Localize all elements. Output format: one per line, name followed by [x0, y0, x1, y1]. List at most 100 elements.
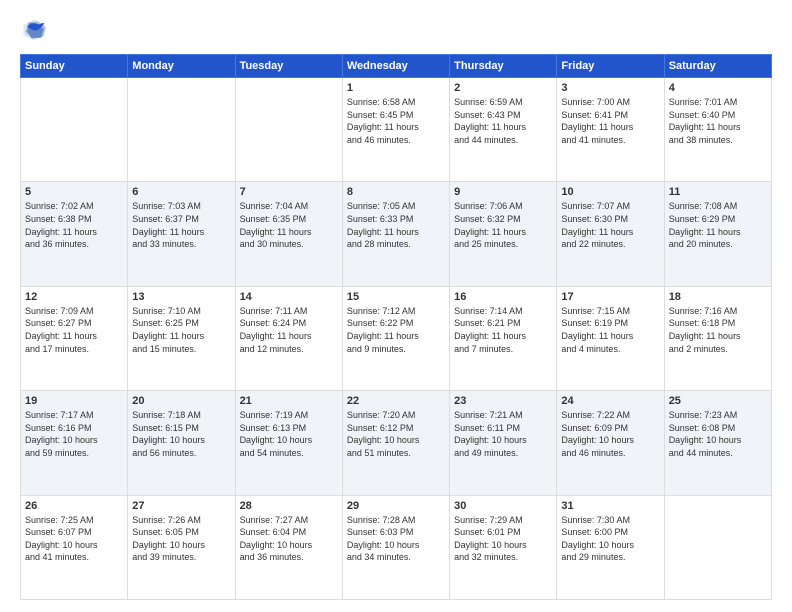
calendar-day-cell: 10 Sunrise: 7:07 AM Sunset: 6:30 PM Dayli… — [557, 182, 664, 286]
day-number: 21 — [240, 395, 338, 407]
page: SundayMondayTuesdayWednesdayThursdayFrid… — [0, 0, 792, 612]
day-info: Sunrise: 7:04 AM Sunset: 6:35 PM Dayligh… — [240, 200, 338, 250]
day-of-week-header: Sunday — [21, 55, 128, 78]
header — [20, 16, 772, 44]
calendar-day-cell — [235, 78, 342, 182]
day-number: 13 — [132, 291, 230, 303]
calendar-day-cell: 29Sunrise: 7:28 AM Sunset: 6:03 PM Dayli… — [342, 495, 449, 599]
day-info: Sunrise: 7:10 AM Sunset: 6:25 PM Dayligh… — [132, 305, 230, 355]
calendar-week-row: 12 Sunrise: 7:09 AM Sunset: 6:27 PM Dayli… — [21, 286, 772, 390]
calendar-day-cell: 1 Sunrise: 6:58 AM Sunset: 6:45 PM Daylig… — [342, 78, 449, 182]
calendar-day-cell: 30 Sunrise: 7:29 AM Sunset: 6:01 PM Dayli… — [450, 495, 557, 599]
day-number: 26 — [25, 500, 123, 512]
calendar-day-cell — [664, 495, 771, 599]
calendar-day-cell: 23Sunrise: 7:21 AM Sunset: 6:11 PM Dayli… — [450, 391, 557, 495]
day-number: 22 — [347, 395, 445, 407]
calendar-week-row: 1 Sunrise: 6:58 AM Sunset: 6:45 PM Daylig… — [21, 78, 772, 182]
day-number: 11 — [669, 186, 767, 198]
day-number: 7 — [240, 186, 338, 198]
logo — [20, 16, 52, 44]
calendar-day-cell: 22Sunrise: 7:20 AM Sunset: 6:12 PM Dayli… — [342, 391, 449, 495]
day-number: 16 — [454, 291, 552, 303]
day-number: 2 — [454, 82, 552, 94]
day-info: Sunrise: 7:05 AM Sunset: 6:33 PM Dayligh… — [347, 200, 445, 250]
day-number: 9 — [454, 186, 552, 198]
day-info: Sunrise: 7:15 AM Sunset: 6:19 PM Dayligh… — [561, 305, 659, 355]
day-info: Sunrise: 7:26 AM Sunset: 6:05 PM Dayligh… — [132, 514, 230, 564]
calendar-day-cell: 6 Sunrise: 7:03 AM Sunset: 6:37 PM Daylig… — [128, 182, 235, 286]
calendar-header-row: SundayMondayTuesdayWednesdayThursdayFrid… — [21, 55, 772, 78]
day-number: 20 — [132, 395, 230, 407]
day-number: 24 — [561, 395, 659, 407]
day-number: 29 — [347, 500, 445, 512]
calendar-day-cell: 2 Sunrise: 6:59 AM Sunset: 6:43 PM Daylig… — [450, 78, 557, 182]
calendar-day-cell: 11 Sunrise: 7:08 AM Sunset: 6:29 PM Dayli… — [664, 182, 771, 286]
day-number: 6 — [132, 186, 230, 198]
calendar-day-cell: 31 Sunrise: 7:30 AM Sunset: 6:00 PM Dayli… — [557, 495, 664, 599]
day-number: 4 — [669, 82, 767, 94]
day-info: Sunrise: 7:09 AM Sunset: 6:27 PM Dayligh… — [25, 305, 123, 355]
day-info: Sunrise: 7:03 AM Sunset: 6:37 PM Dayligh… — [132, 200, 230, 250]
calendar-day-cell: 7 Sunrise: 7:04 AM Sunset: 6:35 PM Daylig… — [235, 182, 342, 286]
calendar-week-row: 26 Sunrise: 7:25 AM Sunset: 6:07 PM Dayli… — [21, 495, 772, 599]
calendar-week-row: 19 Sunrise: 7:17 AM Sunset: 6:16 PM Dayli… — [21, 391, 772, 495]
day-info: Sunrise: 7:19 AM Sunset: 6:13 PM Dayligh… — [240, 409, 338, 459]
day-number: 31 — [561, 500, 659, 512]
day-info: Sunrise: 7:29 AM Sunset: 6:01 PM Dayligh… — [454, 514, 552, 564]
day-number: 30 — [454, 500, 552, 512]
day-info: Sunrise: 7:16 AM Sunset: 6:18 PM Dayligh… — [669, 305, 767, 355]
day-number: 1 — [347, 82, 445, 94]
calendar-day-cell: 28 Sunrise: 7:27 AM Sunset: 6:04 PM Dayli… — [235, 495, 342, 599]
calendar-day-cell: 12 Sunrise: 7:09 AM Sunset: 6:27 PM Dayli… — [21, 286, 128, 390]
day-info: Sunrise: 7:01 AM Sunset: 6:40 PM Dayligh… — [669, 96, 767, 146]
day-number: 19 — [25, 395, 123, 407]
day-info: Sunrise: 7:07 AM Sunset: 6:30 PM Dayligh… — [561, 200, 659, 250]
day-number: 5 — [25, 186, 123, 198]
day-number: 14 — [240, 291, 338, 303]
day-info: Sunrise: 6:58 AM Sunset: 6:45 PM Dayligh… — [347, 96, 445, 146]
calendar-week-row: 5Sunrise: 7:02 AM Sunset: 6:38 PM Daylig… — [21, 182, 772, 286]
calendar-day-cell: 19 Sunrise: 7:17 AM Sunset: 6:16 PM Dayli… — [21, 391, 128, 495]
calendar-day-cell: 25 Sunrise: 7:23 AM Sunset: 6:08 PM Dayli… — [664, 391, 771, 495]
calendar-day-cell: 24 Sunrise: 7:22 AM Sunset: 6:09 PM Dayli… — [557, 391, 664, 495]
day-info: Sunrise: 7:27 AM Sunset: 6:04 PM Dayligh… — [240, 514, 338, 564]
day-number: 10 — [561, 186, 659, 198]
calendar-day-cell: 17 Sunrise: 7:15 AM Sunset: 6:19 PM Dayli… — [557, 286, 664, 390]
calendar-day-cell: 9Sunrise: 7:06 AM Sunset: 6:32 PM Daylig… — [450, 182, 557, 286]
day-of-week-header: Tuesday — [235, 55, 342, 78]
calendar-day-cell: 21 Sunrise: 7:19 AM Sunset: 6:13 PM Dayli… — [235, 391, 342, 495]
day-number: 28 — [240, 500, 338, 512]
calendar-day-cell — [21, 78, 128, 182]
day-number: 17 — [561, 291, 659, 303]
day-info: Sunrise: 7:22 AM Sunset: 6:09 PM Dayligh… — [561, 409, 659, 459]
calendar-table: SundayMondayTuesdayWednesdayThursdayFrid… — [20, 54, 772, 600]
day-info: Sunrise: 7:17 AM Sunset: 6:16 PM Dayligh… — [25, 409, 123, 459]
day-number: 3 — [561, 82, 659, 94]
calendar-day-cell: 5Sunrise: 7:02 AM Sunset: 6:38 PM Daylig… — [21, 182, 128, 286]
day-info: Sunrise: 7:08 AM Sunset: 6:29 PM Dayligh… — [669, 200, 767, 250]
day-number: 18 — [669, 291, 767, 303]
calendar-day-cell: 3 Sunrise: 7:00 AM Sunset: 6:41 PM Daylig… — [557, 78, 664, 182]
calendar-day-cell: 8 Sunrise: 7:05 AM Sunset: 6:33 PM Daylig… — [342, 182, 449, 286]
day-of-week-header: Friday — [557, 55, 664, 78]
day-info: Sunrise: 6:59 AM Sunset: 6:43 PM Dayligh… — [454, 96, 552, 146]
day-info: Sunrise: 7:30 AM Sunset: 6:00 PM Dayligh… — [561, 514, 659, 564]
day-info: Sunrise: 7:23 AM Sunset: 6:08 PM Dayligh… — [669, 409, 767, 459]
day-number: 25 — [669, 395, 767, 407]
calendar-day-cell — [128, 78, 235, 182]
day-number: 12 — [25, 291, 123, 303]
day-info: Sunrise: 7:14 AM Sunset: 6:21 PM Dayligh… — [454, 305, 552, 355]
day-number: 8 — [347, 186, 445, 198]
day-info: Sunrise: 7:11 AM Sunset: 6:24 PM Dayligh… — [240, 305, 338, 355]
day-info: Sunrise: 7:00 AM Sunset: 6:41 PM Dayligh… — [561, 96, 659, 146]
day-info: Sunrise: 7:21 AM Sunset: 6:11 PM Dayligh… — [454, 409, 552, 459]
calendar-day-cell: 20Sunrise: 7:18 AM Sunset: 6:15 PM Dayli… — [128, 391, 235, 495]
calendar-day-cell: 14 Sunrise: 7:11 AM Sunset: 6:24 PM Dayli… — [235, 286, 342, 390]
day-of-week-header: Saturday — [664, 55, 771, 78]
day-number: 15 — [347, 291, 445, 303]
calendar-day-cell: 26 Sunrise: 7:25 AM Sunset: 6:07 PM Dayli… — [21, 495, 128, 599]
calendar-day-cell: 16 Sunrise: 7:14 AM Sunset: 6:21 PM Dayli… — [450, 286, 557, 390]
calendar-day-cell: 15Sunrise: 7:12 AM Sunset: 6:22 PM Dayli… — [342, 286, 449, 390]
calendar-day-cell: 27Sunrise: 7:26 AM Sunset: 6:05 PM Dayli… — [128, 495, 235, 599]
day-info: Sunrise: 7:25 AM Sunset: 6:07 PM Dayligh… — [25, 514, 123, 564]
